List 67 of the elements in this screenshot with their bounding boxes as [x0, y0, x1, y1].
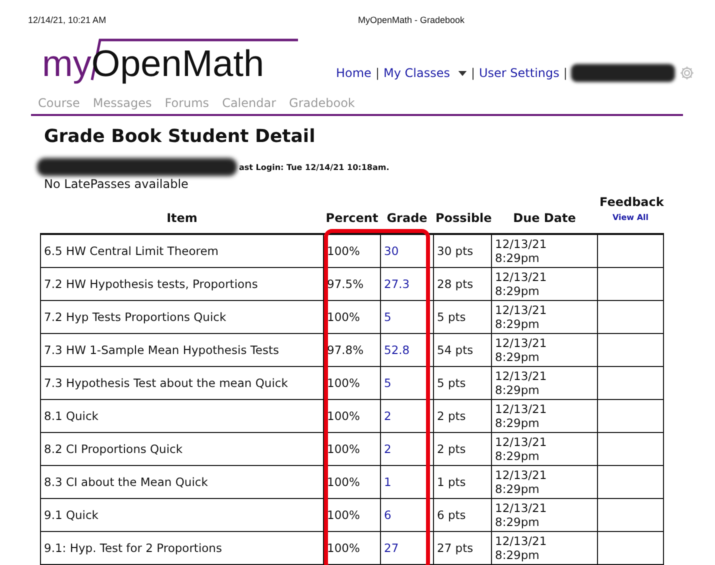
view-all-link[interactable]: View All	[612, 213, 649, 222]
print-timestamp: 12/14/21, 10:21 AM	[28, 15, 106, 25]
possible-cell: 27 pts	[434, 532, 492, 564]
grade-link[interactable]: 27	[384, 541, 399, 555]
nav-link[interactable]: User Settings	[479, 66, 560, 80]
possible-cell: 30 pts	[434, 234, 492, 268]
due-date-cell: 12/13/21 8:29pm	[492, 334, 598, 366]
item-cell: 7.3 HW 1-Sample Mean Hypothesis Tests	[40, 334, 324, 366]
grade-link[interactable]: 2	[384, 442, 392, 456]
column-header: Possible	[436, 211, 492, 225]
due-date-cell: 12/13/21 8:29pm	[492, 234, 598, 268]
due-date-cell: 12/13/21 8:29pm	[492, 532, 598, 564]
feedback-cell	[598, 466, 664, 498]
possible-cell: 6 pts	[434, 498, 492, 532]
item-cell: 7.2 Hyp Tests Proportions Quick	[40, 300, 324, 334]
nav-link[interactable]: My Classes	[383, 66, 450, 80]
due-date-cell: 12/13/21 8:29pm	[492, 268, 598, 300]
grade-link[interactable]: 30	[384, 244, 399, 258]
possible-cell: 2 pts	[434, 432, 492, 466]
item-cell: 7.2 HW Hypothesis tests, Proportions	[40, 268, 324, 300]
grade-link[interactable]: 5	[384, 376, 392, 390]
grade-link[interactable]: 6	[384, 508, 392, 522]
feedback-cell	[598, 334, 664, 366]
possible-cell: 5 pts	[434, 366, 492, 400]
caret-icon[interactable]	[458, 70, 467, 76]
feedback-cell	[598, 532, 664, 564]
due-date-cell: 12/13/21 8:29pm	[492, 432, 598, 466]
column-header: Due Date	[513, 211, 576, 225]
feedback-cell	[598, 432, 664, 466]
item-cell: 9.1 Quick	[40, 498, 324, 532]
possible-cell: 2 pts	[434, 400, 492, 432]
last-login-text: ast Login: Tue 12/14/21 10:18am.	[239, 162, 390, 172]
print-title: MyOpenMath - Gradebook	[358, 15, 465, 25]
item-cell: 8.2 CI Proportions Quick	[40, 432, 324, 466]
possible-cell: 28 pts	[434, 268, 492, 300]
column-header: Feedback	[600, 195, 664, 209]
possible-cell: 54 pts	[434, 334, 492, 366]
item-cell: 9.1: Hyp. Test for 2 Proportions	[40, 532, 324, 564]
possible-cell: 5 pts	[434, 300, 492, 334]
feedback-cell	[598, 268, 664, 300]
possible-cell: 1 pts	[434, 466, 492, 498]
due-date-cell: 12/13/21 8:29pm	[492, 466, 598, 498]
item-cell: 8.3 CI about the Mean Quick	[40, 466, 324, 498]
feedback-cell	[598, 400, 664, 432]
feedback-cell	[598, 366, 664, 400]
feedback-cell	[598, 234, 664, 268]
due-date-cell: 12/13/21 8:29pm	[492, 400, 598, 432]
nav-link[interactable]: Home	[336, 66, 372, 80]
item-cell: 6.5 HW Central Limit Theorem	[40, 234, 324, 268]
item-cell: 8.1 Quick	[40, 400, 324, 432]
column-header: Grade	[386, 211, 428, 225]
latepasses-text: No LatePasses available	[44, 177, 190, 191]
grade-link[interactable]: 1	[384, 475, 392, 489]
item-cell: 7.3 Hypothesis Test about the mean Quick	[40, 366, 324, 400]
due-date-cell: 12/13/21 8:29pm	[492, 300, 598, 334]
page-title: Grade Book Student Detail	[44, 126, 316, 147]
feedback-cell	[598, 498, 664, 532]
due-date-cell: 12/13/21 8:29pm	[492, 498, 598, 532]
grade-link[interactable]: 2	[384, 409, 392, 423]
column-header: Percent	[326, 211, 378, 225]
due-date-cell: 12/13/21 8:29pm	[492, 366, 598, 400]
column-header: Item	[166, 211, 198, 225]
grade-link[interactable]: 5	[384, 310, 392, 324]
nav-separator: |	[470, 66, 476, 80]
nav-separator: |	[375, 66, 380, 80]
nav-separator: |	[563, 66, 568, 80]
feedback-cell	[598, 300, 664, 334]
